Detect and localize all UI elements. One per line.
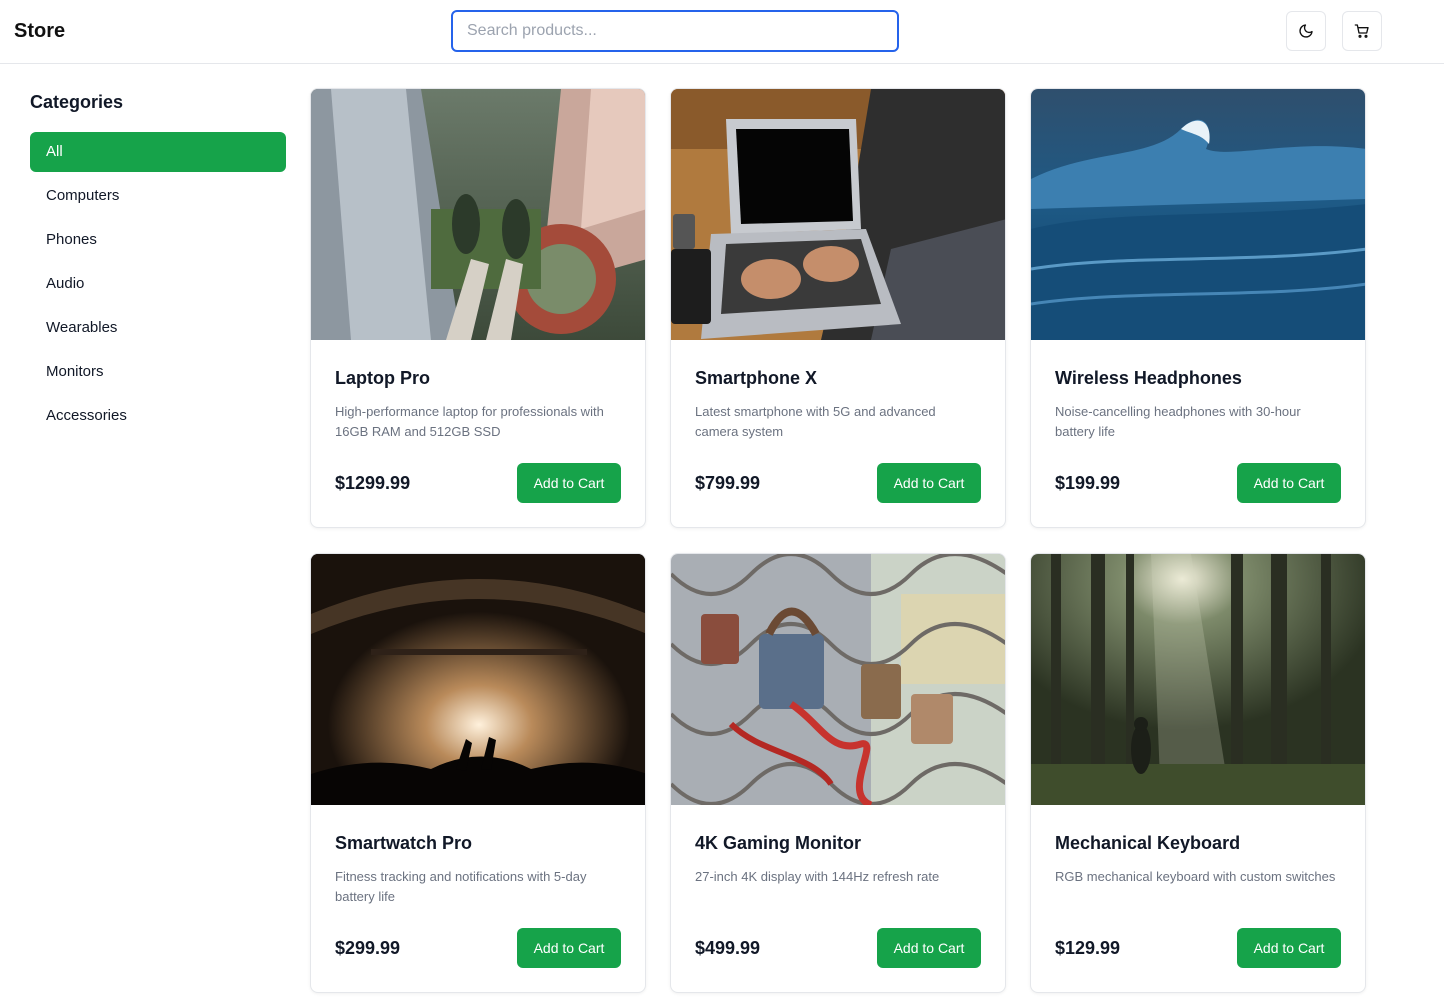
product-description: High-performance laptop for professional… <box>335 404 604 439</box>
product-description: Noise-cancelling headphones with 30-hour… <box>1055 404 1301 439</box>
product-price: $1299.99 <box>335 472 411 493</box>
product-name[interactable]: Wireless Headphones <box>1055 368 1341 392</box>
product-card[interactable]: Smartphone X Latest smartphone with 5G a… <box>670 88 1006 528</box>
product-name[interactable]: Laptop Pro <box>335 368 621 392</box>
category-all[interactable]: All <box>30 132 286 172</box>
product-card[interactable]: 4K Gaming Monitor 27-inch 4K display wit… <box>670 553 1006 993</box>
add-to-cart-button[interactable]: Add to Cart <box>877 463 981 503</box>
category-monitors[interactable]: Monitors <box>30 352 286 392</box>
product-card[interactable]: Laptop Pro High-performance laptop for p… <box>310 88 646 528</box>
product-price: $129.99 <box>1055 937 1121 958</box>
product-image[interactable] <box>311 554 645 805</box>
categories-heading: Categories <box>30 92 124 112</box>
product-name[interactable]: Mechanical Keyboard <box>1055 833 1341 857</box>
category-wearables[interactable]: Wearables <box>30 308 286 348</box>
brand-logo[interactable]: Store <box>14 20 65 43</box>
category-phones[interactable]: Phones <box>30 220 286 260</box>
product-name[interactable]: 4K Gaming Monitor <box>695 833 981 857</box>
search-input[interactable] <box>451 10 899 52</box>
categories-sidebar: Categories All Computers Phones Audio We… <box>30 88 286 440</box>
product-price: $499.99 <box>695 937 761 958</box>
product-description: RGB mechanical keyboard with custom swit… <box>1055 869 1336 884</box>
product-price: $799.99 <box>695 472 761 493</box>
category-computers[interactable]: Computers <box>30 176 286 216</box>
product-price: $199.99 <box>1055 472 1121 493</box>
add-to-cart-button[interactable]: Add to Cart <box>1237 463 1341 503</box>
product-card[interactable]: Wireless Headphones Noise-cancelling hea… <box>1030 88 1366 528</box>
product-price: $299.99 <box>335 937 401 958</box>
product-name[interactable]: Smartphone X <box>695 368 981 392</box>
category-accessories[interactable]: Accessories <box>30 396 286 436</box>
product-description: Latest smartphone with 5G and advanced c… <box>695 404 936 439</box>
product-image[interactable] <box>1031 89 1365 340</box>
add-to-cart-button[interactable]: Add to Cart <box>517 928 621 968</box>
product-image[interactable] <box>311 89 645 340</box>
theme-toggle-button[interactable] <box>1286 11 1326 51</box>
category-audio[interactable]: Audio <box>30 264 286 304</box>
product-image[interactable] <box>671 554 1005 805</box>
product-description: 27-inch 4K display with 144Hz refresh ra… <box>695 869 940 884</box>
product-image[interactable] <box>1031 554 1365 805</box>
product-image[interactable] <box>671 89 1005 340</box>
product-name[interactable]: Smartwatch Pro <box>335 833 621 857</box>
cart-button[interactable] <box>1342 11 1382 51</box>
add-to-cart-button[interactable]: Add to Cart <box>517 463 621 503</box>
product-card[interactable]: Smartwatch Pro Fitness tracking and noti… <box>310 553 646 993</box>
cart-icon <box>1354 24 1369 38</box>
product-card[interactable]: Mechanical Keyboard RGB mechanical keybo… <box>1030 553 1366 993</box>
moon-icon <box>1299 24 1313 38</box>
top-header: Store <box>0 0 1444 64</box>
add-to-cart-button[interactable]: Add to Cart <box>877 928 981 968</box>
add-to-cart-button[interactable]: Add to Cart <box>1237 928 1341 968</box>
product-description: Fitness tracking and notifications with … <box>335 869 587 904</box>
